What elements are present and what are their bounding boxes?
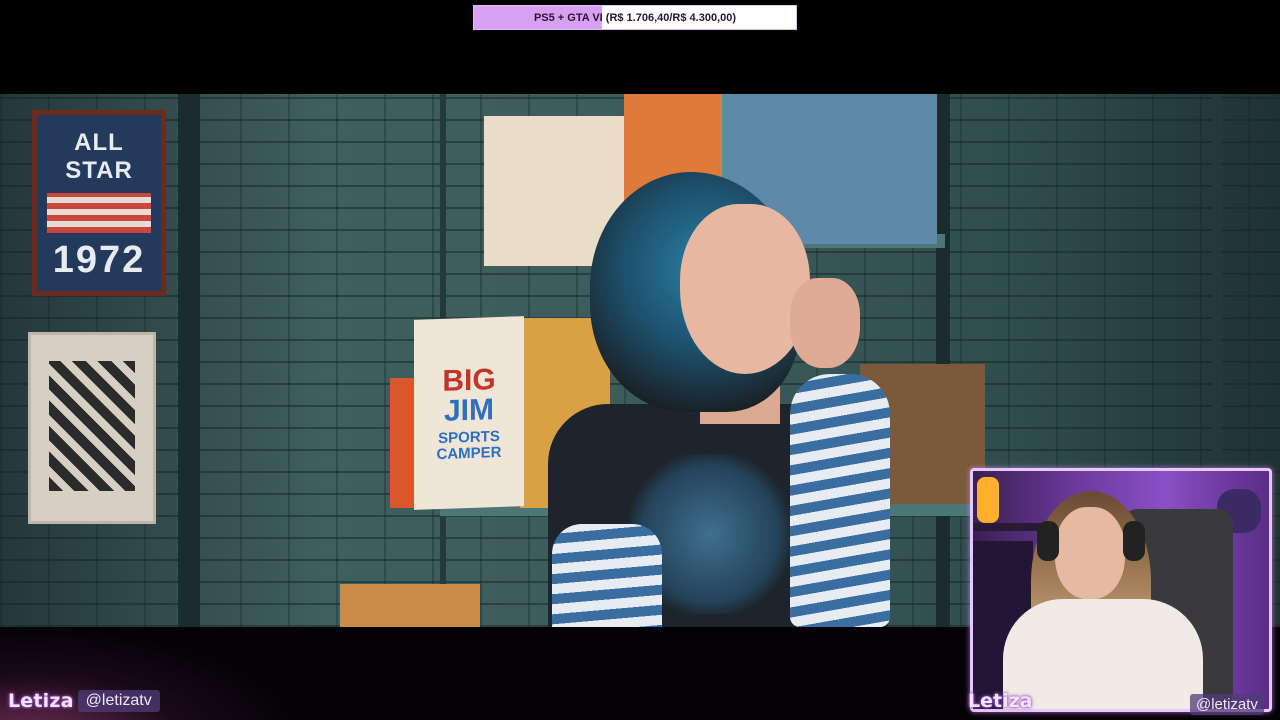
- person-arm: [552, 524, 662, 627]
- streamer-face: [1055, 507, 1125, 599]
- framed-art: [49, 361, 135, 491]
- headset-icon: [1037, 521, 1059, 561]
- person-hand: [790, 278, 860, 368]
- toy-box: [340, 584, 480, 627]
- webcam-overlay: [970, 468, 1272, 712]
- headset-icon: [1123, 521, 1145, 561]
- lamp-icon: [977, 477, 999, 523]
- streamer-label: Letiza @letizatv: [8, 688, 160, 714]
- streamer-body: [1003, 599, 1203, 709]
- bigjim-box-title: BIG: [442, 363, 496, 398]
- bigjim-box-subtitle: JIM: [443, 393, 494, 428]
- allstar-poster-title: ALL STAR: [65, 129, 133, 184]
- donation-goal-text: PS5 + GTA VI (R$ 1.706,40/R$ 4.300,00): [533, 11, 737, 24]
- person-arm: [790, 374, 890, 627]
- allstar-poster: ALL STAR 1972: [32, 110, 166, 296]
- streamer-name: Letiza: [8, 690, 74, 712]
- person-face: [680, 204, 810, 374]
- webcam-streamer-name: Letiza: [968, 690, 1033, 712]
- streamer-handle: @letizatv: [77, 690, 160, 712]
- framed-art-poster: [28, 332, 156, 524]
- bigjim-toy-box: BIG JIM SPORTS CAMPER: [414, 316, 524, 510]
- allstar-poster-year: 1972: [52, 239, 146, 281]
- wall-pillar-right: [936, 94, 950, 627]
- bigjim-box-caption: SPORTS CAMPER: [436, 427, 502, 464]
- wall-pillar-left: [178, 94, 200, 627]
- webcam-streamer-handle: @letizatv: [1190, 694, 1264, 715]
- stream-canvas: PS5 + GTA VI (R$ 1.706,40/R$ 4.300,00) A…: [0, 0, 1280, 720]
- donation-goal-bar: PS5 + GTA VI (R$ 1.706,40/R$ 4.300,00): [473, 5, 797, 30]
- flag-graphic: [47, 193, 151, 233]
